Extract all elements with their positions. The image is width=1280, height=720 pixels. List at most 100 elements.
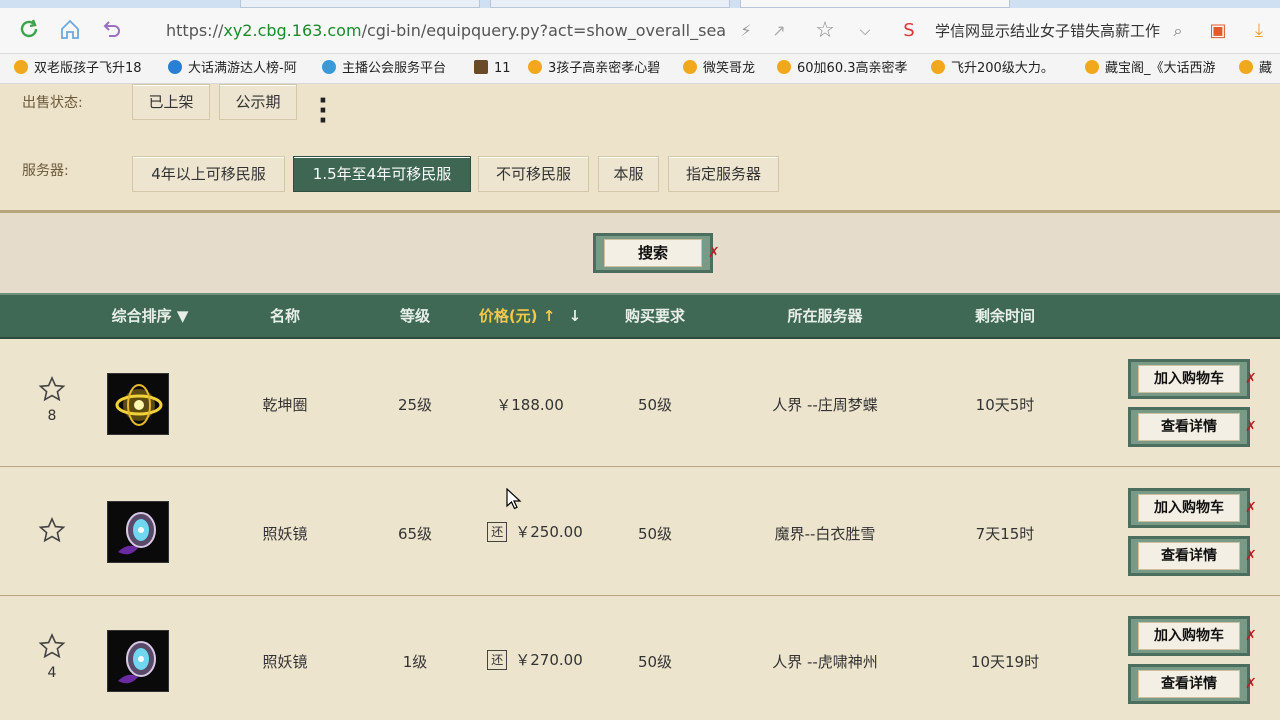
search-icon[interactable]: ⌕ [1165,18,1191,44]
bookmarks-bar: 双老版孩子飞升18 大话满游达人榜-阿 主播公会服务平台 11 3孩子高亲密孝心… [0,54,1280,84]
bookmark-item[interactable]: 大话满游达人榜-阿 [168,58,308,80]
item-image-qiankun-ring[interactable] [107,373,169,435]
bookmark-item[interactable]: 微笑哥龙 [683,58,767,80]
bookmark-item[interactable]: 主播公会服务平台 [322,58,462,80]
share-icon[interactable]: ↗ [766,18,792,44]
filter-public-period[interactable]: 公示期 [219,84,297,120]
requirement-header: 购买要求 [624,307,685,325]
undo-icon[interactable] [98,18,124,44]
bookmark-item[interactable]: 3孩子高亲密孝心碧 [528,58,668,80]
filter-server-4yr-plus[interactable]: 4年以上可移民服 [132,156,285,192]
view-details-button[interactable]: 查看详情 [1128,407,1250,447]
filter-server-specified[interactable]: 指定服务器 [668,156,779,192]
home-icon[interactable] [57,18,83,44]
ribbon-decoration-icon: ✗ [1245,419,1257,435]
sort-ascending-icon[interactable]: ↑ [543,307,556,325]
item-price: ￥250.00 [515,523,583,541]
sort-header[interactable]: 综合排序 ▼ [100,295,200,337]
bookmark-item[interactable]: 60加60.3高亲密孝 [777,58,915,80]
item-price: ￥188.00 [496,396,564,414]
bookmark-icon [14,60,28,74]
sale-status-label: 出售状态: [22,95,83,111]
add-to-cart-button[interactable]: 加入购物车 [1128,616,1250,656]
item-server: 人界 --虎啸神州 [772,653,878,671]
item-name: 照妖镜 [262,525,308,543]
view-details-button[interactable]: 查看详情 [1128,536,1250,576]
item-name: 乾坤圈 [262,396,308,414]
bookmark-item[interactable]: 藏宝阁_《大话西游 [1085,58,1225,80]
mouse-cursor-icon [506,488,522,510]
ribbon-decoration-icon: ✗ [1245,676,1257,692]
browser-tab-strip [0,0,1280,8]
time-left-header: 剩余时间 [974,307,1035,325]
name-header: 名称 [269,307,300,325]
item-time-left: 10天5时 [975,396,1035,414]
refresh-icon[interactable] [16,18,42,44]
browser-tab[interactable] [490,0,730,8]
return-badge-icon: 还 [487,650,508,670]
add-to-cart-button[interactable]: 加入购物车 [1128,359,1250,399]
item-level: 65级 [397,525,433,543]
favorite-count: 4 [47,665,57,681]
url-path: /cgi-bin/equipquery.py?act=show_overall_… [361,21,726,40]
bookmark-icon [322,60,336,74]
filter-server-this[interactable]: 本服 [598,156,659,192]
url-prefix: https:// [166,21,224,40]
bookmark-icon [1085,60,1099,74]
item-server: 魔界--白衣胜雪 [774,525,876,543]
item-image-demon-mirror[interactable] [107,630,169,692]
item-price: ￥270.00 [515,651,583,669]
price-header[interactable]: 价格(元) ↑ ↓ [470,295,590,337]
item-price-cell: 还 ￥270.00 [470,649,600,670]
more-options-icon[interactable]: · · · [318,88,334,134]
item-time-left: 7天15时 [975,525,1035,543]
item-level: 1级 [402,653,428,671]
filter-server-no-migration[interactable]: 不可移民服 [478,156,589,192]
browser-tab[interactable] [240,0,480,8]
return-badge-icon: 还 [487,522,508,542]
bookmark-icon [777,60,791,74]
dropdown-icon[interactable]: ⌵ [852,18,878,44]
browser-tab-active[interactable] [740,0,1010,8]
bookmark-item[interactable]: 藏 [1239,58,1280,80]
bookmark-icon [528,60,542,74]
sort-dropdown-icon: ▼ [176,307,189,325]
filter-listed[interactable]: 已上架 [132,84,210,120]
url-host: xy2.cbg.163.com [223,21,362,40]
url-field[interactable]: https://xy2.cbg.163.com/cgi-bin/equipque… [166,16,726,46]
bookmark-star-icon[interactable]: ☆ [812,18,838,44]
search-button[interactable]: 搜索 [593,233,713,273]
bookmark-icon [474,60,488,74]
address-bar: https://xy2.cbg.163.com/cgi-bin/equipque… [0,8,1280,54]
bookmark-icon [931,60,945,74]
item-requirement: 50级 [637,396,673,414]
server-header: 所在服务器 [787,307,863,325]
bookmark-icon [1239,60,1253,74]
lightning-icon[interactable]: ⚡ [733,18,759,44]
extension-icon[interactable]: ▣ [1205,18,1231,44]
search-button-label: 搜索 [604,239,702,267]
favorite-star-icon[interactable] [38,633,66,659]
ribbon-decoration-icon: ✗ [1245,628,1257,644]
bookmark-icon [683,60,697,74]
ribbon-decoration-icon: ✗ [1245,500,1257,516]
bookmark-item[interactable]: 双老版孩子飞升18 [14,58,152,80]
view-details-button[interactable]: 查看详情 [1128,664,1250,704]
filter-server-1-5-to-4yr[interactable]: 1.5年至4年可移民服 [293,156,471,192]
ribbon-decoration-icon: ✗ [1245,371,1257,387]
bookmark-item[interactable]: 飞升200级大力。 [931,58,1071,80]
download-icon[interactable]: ⤓ [1246,18,1272,44]
item-image-demon-mirror[interactable] [107,501,169,563]
bookmark-icon [168,60,182,74]
add-to-cart-button[interactable]: 加入购物车 [1128,488,1250,528]
item-level: 25级 [397,396,433,414]
sort-descending-icon[interactable]: ↓ [569,307,582,325]
favorite-star-icon[interactable] [38,376,66,402]
favorite-star-icon[interactable] [38,517,66,543]
item-price-cell: 还 ￥250.00 [470,521,600,542]
bookmark-item[interactable]: 11 [474,58,520,80]
browser-search-input[interactable]: 学信网显示结业女子错失高薪工作 [935,16,1165,46]
server-label: 服务器: [22,163,69,179]
item-server: 人界 --庄周梦蝶 [772,396,878,414]
search-engine-icon[interactable]: S [896,18,922,44]
